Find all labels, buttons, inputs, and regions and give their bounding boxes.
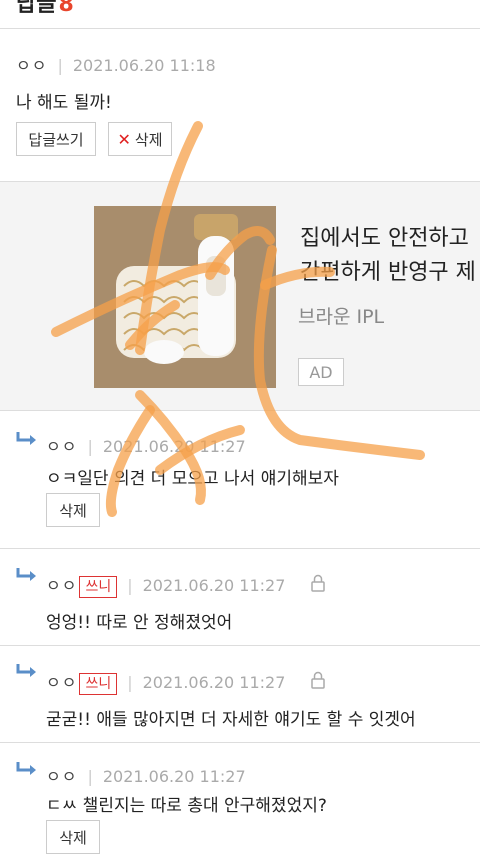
comment-meta: ㅇㅇ | 2021.06.20 11:18 (16, 56, 216, 75)
author-tag: 쓰니 (79, 673, 118, 695)
section-title: 답글8 (16, 0, 74, 18)
reply-text: ㅇㅋ일단 의견 더 모으고 나서 얘기해보자 (46, 469, 339, 489)
ad-brand: 브라운 IPL (298, 306, 385, 328)
reply-text: ㄷㅆ 챌린지는 따로 총대 안구해졌었지? (46, 796, 327, 816)
comment-date: 2021.06.20 11:18 (72, 56, 216, 75)
reply-date: 2021.06.20 11:27 (102, 767, 246, 786)
reply-arrow-icon (16, 568, 36, 581)
reply-nickname: ㅇㅇ (46, 576, 78, 595)
lock-icon (311, 671, 325, 689)
divider (0, 645, 480, 646)
reply-text: 엉엉!! 따로 안 정해졌엇어 (46, 613, 233, 633)
reply-date: 2021.06.20 11:27 (142, 576, 286, 595)
ad-banner[interactable]: 집에서도 안전하고 간편하게 반영구 제 브라운 IPL AD (0, 181, 480, 411)
reply-arrow-icon (16, 762, 36, 775)
delete-button[interactable]: 삭제 (46, 493, 100, 527)
close-icon: ✕ (117, 129, 131, 149)
ad-title-line2: 간편하게 반영구 제 (300, 260, 476, 285)
ad-title-line1: 집에서도 안전하고 (300, 226, 469, 251)
delete-button[interactable]: 삭제 (46, 820, 100, 854)
reply-meta: ㅇㅇ 쓰니 | 2021.06.20 11:27 (46, 572, 285, 598)
reply-button[interactable]: 답글쓰기 (16, 122, 96, 156)
delete-button[interactable]: ✕ 삭제 (108, 122, 172, 156)
reply-meta: ㅇㅇ | 2021.06.20 11:27 (46, 437, 246, 456)
divider (0, 548, 480, 549)
ad-product-image[interactable] (94, 206, 276, 388)
reply-nickname: ㅇㅇ (46, 437, 78, 456)
reply-text: 굳굳!! 애들 많아지면 더 자세한 얘기도 할 수 잇겟어 (46, 710, 416, 730)
reply-date: 2021.06.20 11:27 (142, 673, 286, 692)
delete-label: 삭제 (134, 130, 163, 149)
reply-meta: ㅇㅇ 쓰니 | 2021.06.20 11:27 (46, 669, 285, 695)
reply-nickname: ㅇㅇ (46, 767, 78, 786)
reply-arrow-icon (16, 432, 36, 445)
divider (0, 742, 480, 743)
lock-icon (311, 574, 325, 592)
comment-text: 나 해도 될까! (16, 93, 112, 113)
comment-nickname: ㅇㅇ (16, 56, 48, 75)
ad-badge: AD (298, 358, 344, 386)
author-tag: 쓰니 (79, 576, 118, 598)
reply-meta: ㅇㅇ | 2021.06.20 11:27 (46, 767, 246, 786)
reply-arrow-icon (16, 664, 36, 677)
reply-date: 2021.06.20 11:27 (102, 437, 246, 456)
reply-count: 8 (58, 0, 74, 17)
reply-nickname: ㅇㅇ (46, 673, 78, 692)
replies-header: 답글8 (0, 0, 480, 29)
